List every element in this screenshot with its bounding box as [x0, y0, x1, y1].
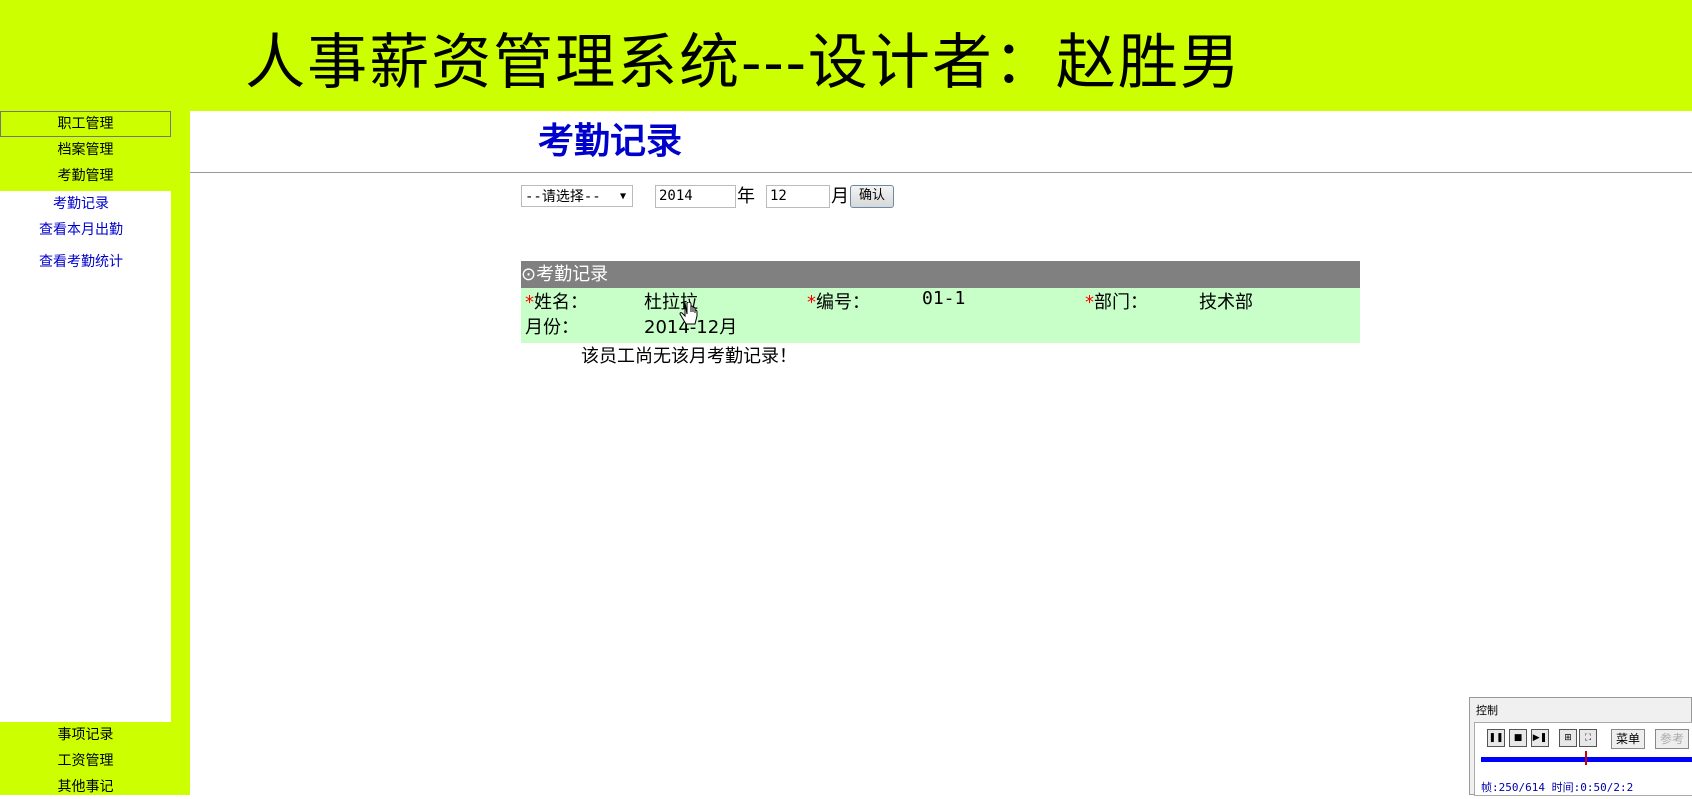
required-star: * — [807, 292, 816, 313]
year-unit-label: 年 — [737, 186, 755, 207]
sidebar-item-event-record[interactable]: 事项记录 — [0, 723, 171, 747]
name-field: *姓名： — [525, 288, 588, 314]
pause-icon[interactable]: ❚❚ — [1487, 729, 1505, 747]
sidebar-item-archive-management[interactable]: 档案管理 — [0, 138, 171, 162]
stop-icon[interactable]: ■ — [1509, 729, 1527, 747]
app-title: 人事薪资管理系统---设计者：赵胜男 — [245, 28, 1242, 98]
sidebar-item-attendance-management[interactable]: 考勤管理 — [0, 164, 171, 188]
fullscreen-icon[interactable]: ⛶ — [1579, 729, 1597, 747]
id-value: 01-1 — [922, 288, 966, 309]
control-panel-body: ❚❚ ■ ▶❚ ⊞ ⛶ 菜单 参考 帧:250/614 时间:0:50/2:2 — [1474, 722, 1692, 796]
sidebar: 职工管理 档案管理 考勤管理 考勤记录 查看本月出勤 查看考勤统计 事项记录 工… — [0, 111, 190, 795]
title-divider — [190, 172, 1692, 173]
menu-button[interactable]: 菜单 — [1611, 729, 1646, 749]
reference-button[interactable]: 参考 — [1655, 729, 1690, 749]
hand-cursor-icon — [679, 302, 698, 325]
sidebar-item-staff-management[interactable]: 职工管理 — [0, 111, 171, 137]
employee-select-value: --请选择-- — [525, 189, 601, 205]
month-input[interactable]: 12 — [766, 185, 830, 208]
year-input[interactable]: 2014 — [655, 185, 736, 208]
sidebar-subitem-monthly-attendance[interactable]: 查看本月出勤 — [0, 219, 162, 239]
sidebar-subitem-attendance-record[interactable]: 考勤记录 — [0, 193, 162, 213]
sidebar-subitem-attendance-stats[interactable]: 查看考勤统计 — [0, 251, 162, 271]
month-unit-label: 月 — [831, 186, 849, 207]
dept-value: 技术部 — [1199, 292, 1253, 313]
name-label: 姓名： — [534, 292, 588, 313]
required-star: * — [1085, 292, 1094, 313]
id-label: 编号： — [816, 292, 870, 313]
dept-label: 部门： — [1094, 292, 1148, 313]
record-panel-header: ⊙考勤记录 — [521, 261, 1360, 288]
attendance-record-panel: ⊙考勤记录 *姓名： 杜拉拉 *编号： 01-1 *部门： 技术部 月份： 20… — [521, 261, 1360, 343]
sidebar-item-salary-management[interactable]: 工资管理 — [0, 749, 171, 773]
sidebar-submenu-panel: 考勤记录 查看本月出勤 查看考勤统计 — [0, 191, 171, 722]
required-star: * — [525, 292, 534, 313]
control-panel-title: 控制 — [1476, 704, 1498, 717]
sidebar-item-other-notes[interactable]: 其他事记 — [0, 775, 171, 799]
record-panel-title: ⊙考勤记录 — [521, 264, 609, 285]
chevron-down-icon: ▼ — [619, 191, 626, 202]
employee-select[interactable]: --请选择-- ▼ — [521, 185, 633, 207]
page-title: 考勤记录 — [538, 120, 683, 162]
next-frame-icon[interactable]: ▶❚ — [1531, 729, 1549, 747]
month-label: 月份： — [525, 317, 579, 338]
playback-status: 帧:250/614 时间:0:50/2:2 — [1481, 781, 1634, 794]
header-banner: 人事薪资管理系统---设计者：赵胜男 — [0, 0, 1692, 111]
timeline-marker[interactable] — [1585, 751, 1587, 765]
fit-window-icon[interactable]: ⊞ — [1559, 729, 1577, 747]
confirm-button[interactable]: 确认 — [850, 185, 894, 208]
id-field: *编号： — [807, 288, 870, 314]
no-record-message: 该员工尚无该月考勤记录！ — [581, 346, 797, 367]
playback-control-panel: 控制 ❚❚ ■ ▶❚ ⊞ ⛶ 菜单 参考 帧:250/614 时间:0:50/2… — [1469, 697, 1692, 796]
dept-field: *部门： — [1085, 288, 1148, 314]
